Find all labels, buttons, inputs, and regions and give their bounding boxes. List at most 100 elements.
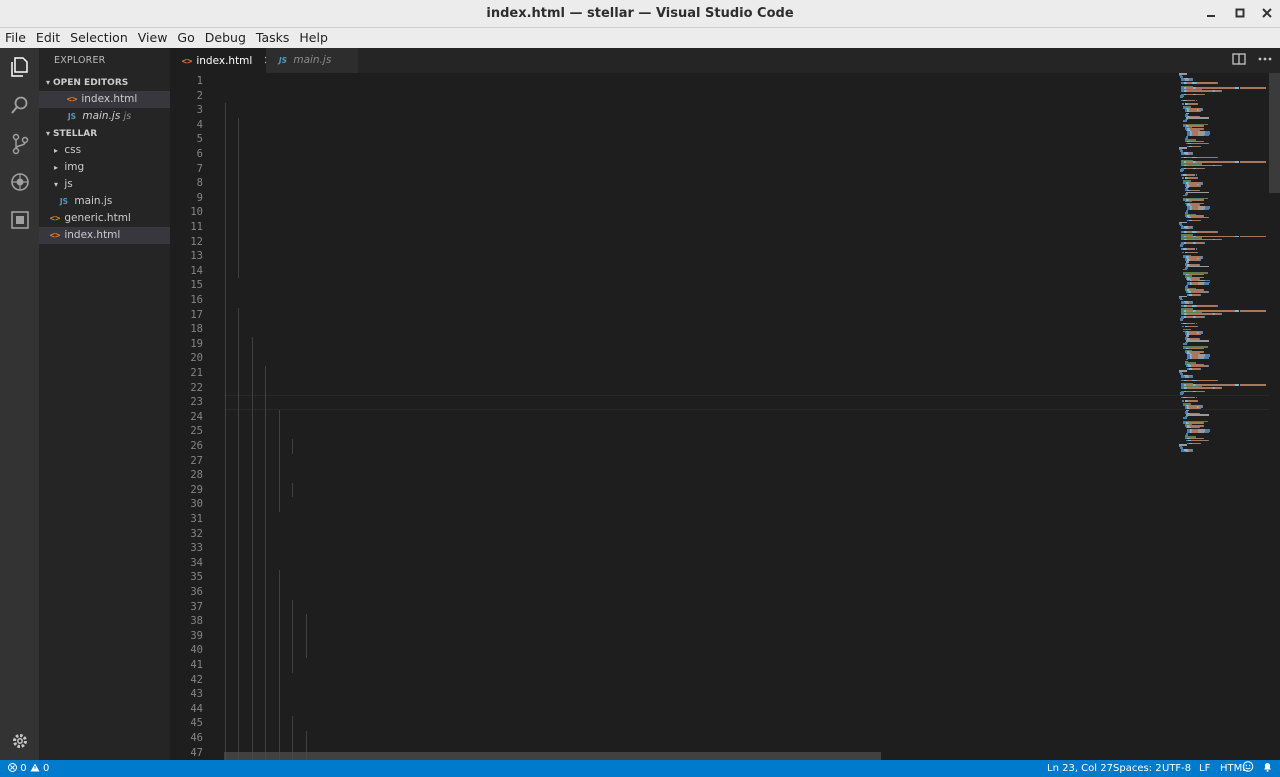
line-number: 45 xyxy=(190,717,203,730)
activity-source-control[interactable] xyxy=(0,126,39,162)
minimap-line xyxy=(1186,242,1193,244)
menu-help[interactable]: Help xyxy=(294,28,333,48)
activity-extensions[interactable] xyxy=(0,202,39,238)
minimap-line xyxy=(1196,93,1204,96)
tree-file-generic-html[interactable]: <> generic.html xyxy=(39,210,170,227)
line-number: 39 xyxy=(190,629,203,642)
error-count: 0 xyxy=(20,763,27,774)
minimap-line xyxy=(1180,170,1184,173)
line-number: 34 xyxy=(190,556,203,569)
minimap-line xyxy=(1188,153,1194,156)
indentation-status[interactable]: Spaces: 2 xyxy=(1113,760,1162,777)
minimap-line xyxy=(1216,379,1218,382)
minimap-line xyxy=(1183,417,1187,419)
cursor-position[interactable]: Ln 23, Col 27 xyxy=(1047,760,1113,777)
minimap-line xyxy=(1208,291,1209,293)
vertical-scrollbar[interactable] xyxy=(1269,73,1280,760)
open-editor-item[interactable]: <> index.html xyxy=(39,91,170,108)
line-number: 9 xyxy=(196,191,203,204)
line-number: 38 xyxy=(190,615,203,628)
minimap-line xyxy=(1199,294,1201,296)
minimap[interactable] xyxy=(1176,73,1269,453)
minimap-line xyxy=(1204,316,1205,318)
split-editor-button[interactable] xyxy=(1232,52,1246,69)
line-number: 36 xyxy=(190,586,203,598)
menu-debug[interactable]: Debug xyxy=(200,28,251,48)
minimap-line xyxy=(1199,368,1201,370)
minimap-line xyxy=(1197,103,1198,105)
minimap-line xyxy=(1204,242,1205,244)
tree-folder-img[interactable]: ▸ img xyxy=(39,159,170,176)
minimap-line xyxy=(1204,167,1205,170)
tree-folder-js[interactable]: ▾ js xyxy=(39,176,170,193)
menu-view[interactable]: View xyxy=(133,28,173,48)
chevron-down-icon: ▾ xyxy=(45,78,50,87)
tree-file-index-html[interactable]: <> index.html xyxy=(39,227,170,244)
activity-settings[interactable] xyxy=(0,723,39,759)
indent-guide xyxy=(238,307,240,760)
line-number: 20 xyxy=(190,352,203,365)
minimap-line xyxy=(1197,325,1198,328)
horizontal-scrollbar[interactable] xyxy=(224,752,881,760)
menu-edit[interactable]: Edit xyxy=(31,28,65,48)
vertical-scrollbar-thumb[interactable] xyxy=(1269,73,1280,193)
eol-status[interactable]: LF xyxy=(1199,760,1210,777)
menu-selection[interactable]: Selection xyxy=(65,28,133,48)
minimap-line xyxy=(1204,390,1205,393)
minimap-line xyxy=(1192,145,1200,148)
minimap-line xyxy=(1199,407,1201,410)
minimap-line xyxy=(1240,310,1266,312)
close-window-button[interactable] xyxy=(1252,0,1280,28)
maximize-button[interactable] xyxy=(1225,0,1255,28)
minimap-line xyxy=(1199,442,1201,445)
tab-main-js[interactable]: JS main.js xyxy=(266,48,358,73)
minimap-line xyxy=(1183,120,1187,122)
minimap-line xyxy=(1202,128,1204,130)
minimap-line xyxy=(1208,142,1209,145)
open-editors-section[interactable]: ▾ OPEN EDITORS xyxy=(39,74,170,91)
project-section[interactable]: ▾ STELLAR xyxy=(39,125,170,142)
source-control-icon xyxy=(12,133,28,155)
tree-file-main-js[interactable]: JS main.js xyxy=(39,193,170,210)
minimap-line xyxy=(1187,387,1212,389)
line-number: 44 xyxy=(190,702,203,715)
minimap-line xyxy=(1202,199,1204,201)
minimap-line xyxy=(1204,431,1210,434)
minimap-line xyxy=(1187,164,1212,167)
minimap-line xyxy=(1214,313,1222,315)
minimize-button[interactable] xyxy=(1196,0,1226,28)
minimap-line xyxy=(1214,238,1222,241)
open-editor-item[interactable]: JS main.js js xyxy=(39,108,170,125)
minimap-line xyxy=(1186,174,1196,176)
maximize-icon xyxy=(1235,8,1245,18)
line-number: 30 xyxy=(190,498,203,511)
line-number: 6 xyxy=(196,148,203,160)
menu-file[interactable]: File xyxy=(0,28,31,48)
encoding-status[interactable]: UTF-8 xyxy=(1162,760,1191,777)
menu-go[interactable]: Go xyxy=(172,28,199,48)
activity-debug[interactable] xyxy=(0,164,39,200)
bell-icon xyxy=(1264,763,1271,772)
more-actions-button[interactable] xyxy=(1258,53,1272,69)
minimap-line xyxy=(1196,305,1217,307)
minimap-line xyxy=(1196,156,1217,159)
activity-explorer[interactable] xyxy=(0,49,39,85)
minimap-line xyxy=(1199,185,1201,187)
line-number: 25 xyxy=(190,425,203,438)
problems-status[interactable]: 0 0 xyxy=(8,760,49,777)
tree-folder-css[interactable]: ▸ css xyxy=(39,142,170,159)
minimap-line xyxy=(1190,110,1200,113)
tab-label: index.html xyxy=(196,55,253,67)
code-editor[interactable]: 1 2 3 4 5 6 7 8 9 10 11 12 13 14 15 16 17 18 19 20 21 22 23 24 2… xyxy=(170,73,1275,760)
minimap-line xyxy=(1180,96,1184,99)
open-editor-name: index.html xyxy=(81,93,138,105)
feedback-button[interactable] xyxy=(1242,760,1254,777)
minimap-line xyxy=(1196,316,1204,318)
minimap-line xyxy=(1195,396,1197,399)
minimap-line xyxy=(1216,305,1218,307)
indent-guide xyxy=(265,366,267,760)
notifications-button[interactable] xyxy=(1262,760,1273,777)
activity-search[interactable] xyxy=(0,87,39,123)
menu-tasks[interactable]: Tasks xyxy=(251,28,295,48)
tab-index-html[interactable]: <> index.html ✕ xyxy=(170,48,273,73)
